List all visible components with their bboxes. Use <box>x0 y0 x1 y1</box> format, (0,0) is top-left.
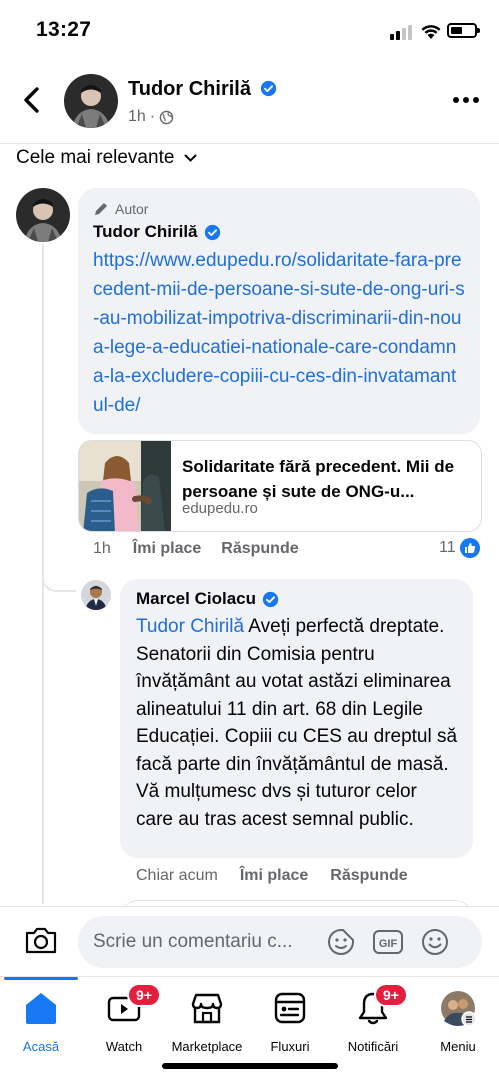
avatar[interactable] <box>64 74 118 128</box>
home-icon <box>26 993 56 1024</box>
comment-actions: 1h Îmi place Răspunde <box>93 540 299 558</box>
home-indicator <box>162 1063 338 1069</box>
thumbs-up-icon <box>459 538 480 558</box>
comment-sort-dropdown[interactable]: Cele mai relevante <box>16 146 197 170</box>
link-preview-card[interactable]: Solidaritate fără precedent. Mii de pers… <box>78 440 482 532</box>
verified-badge-icon <box>262 591 279 607</box>
like-count[interactable]: 11 <box>439 538 480 558</box>
tab-marketplace[interactable]: Marketplace <box>162 985 252 1057</box>
comment-time: 1h <box>93 540 111 557</box>
post-meta: 1h · <box>128 108 174 126</box>
like-button[interactable]: Îmi place <box>240 867 308 885</box>
comment-author-name[interactable]: Marcel Ciolacu <box>136 589 459 609</box>
chevron-down-icon <box>184 154 197 162</box>
notification-badge: 9+ <box>374 983 408 1007</box>
status-time: 13:27 <box>36 18 92 41</box>
mention-link[interactable]: Tudor Chirilă <box>136 616 244 637</box>
sort-label: Cele mai relevante <box>16 147 175 168</box>
more-options-icon[interactable] <box>452 96 480 104</box>
comment-author-name-text: Tudor Chirilă <box>93 222 198 241</box>
thread-connector <box>42 562 76 592</box>
emoji-icon[interactable] <box>420 927 450 957</box>
tab-label: Watch <box>105 1039 143 1054</box>
marketplace-icon <box>191 993 223 1024</box>
active-tab-indicator <box>4 977 78 980</box>
reply-button[interactable]: Răspunde <box>330 867 407 885</box>
meta-separator: · <box>149 108 156 125</box>
post-time: 1h <box>128 108 146 125</box>
header-name-text: Tudor Chirilă <box>128 78 251 100</box>
tab-label: Notificări <box>347 1039 399 1054</box>
like-button[interactable]: Îmi place <box>133 540 201 558</box>
link-title: Solidaritate fără precedent. Mii de pers… <box>182 457 455 501</box>
avatar[interactable] <box>16 188 70 242</box>
comment-bubble[interactable]: Autor Tudor Chirilă https://www.edupedu.… <box>78 188 480 434</box>
profile-photo-icon <box>16 188 70 242</box>
author-tag-label: Autor <box>115 201 149 217</box>
profile-photo-icon <box>81 580 111 610</box>
globe-icon <box>159 110 174 124</box>
comment-text: Tudor Chirilă Aveți perfectă dreptate. S… <box>136 613 459 833</box>
tab-home[interactable]: Acasă <box>0 985 86 1057</box>
tab-label: Meniu <box>440 1039 476 1054</box>
tab-menu[interactable]: Meniu <box>413 985 499 1057</box>
verified-badge-icon <box>260 80 276 97</box>
comment-time: Chiar acum <box>136 867 218 884</box>
comment-author-name-text: Marcel Ciolacu <box>136 589 256 608</box>
avatar[interactable] <box>81 580 111 610</box>
tab-feeds[interactable]: Fluxuri <box>245 985 335 1057</box>
author-tag: Autor <box>93 200 466 218</box>
link-domain: edupedu.ro <box>182 500 258 517</box>
post-header: Tudor Chirilă 1h · <box>0 72 499 134</box>
profile-menu-icon <box>441 991 477 1027</box>
like-count-value: 11 <box>439 539 456 556</box>
sticker-icon[interactable] <box>326 927 356 957</box>
wifi-icon <box>421 25 441 39</box>
svg-text:GIF: GIF <box>379 938 398 950</box>
header-divider <box>0 143 499 144</box>
comment-author-name[interactable]: Tudor Chirilă <box>93 222 466 242</box>
notification-badge: 9+ <box>127 983 161 1007</box>
feeds-icon <box>274 992 306 1024</box>
tab-notifications[interactable]: 9+ Notificări <box>328 983 418 1057</box>
gif-icon[interactable]: GIF <box>372 927 404 957</box>
comment-composer: GIF <box>0 906 499 976</box>
pen-icon <box>95 203 107 215</box>
tab-label: Fluxuri <box>270 1039 310 1054</box>
comment-actions: Chiar acum Îmi place Răspunde <box>136 867 408 885</box>
comment-body: Aveți perfectă dreptate. Senatorii din C… <box>136 616 458 830</box>
back-arrow-icon[interactable] <box>18 84 46 116</box>
camera-icon[interactable] <box>24 925 58 955</box>
tab-watch[interactable]: 9+ Watch <box>79 983 169 1057</box>
cellular-signal-icon <box>390 24 416 40</box>
comment-link[interactable]: https://www.edupedu.ro/solidaritate-fara… <box>93 246 466 420</box>
status-bar: 13:27 <box>0 0 499 60</box>
reply-button[interactable]: Răspunde <box>221 540 298 558</box>
tab-label: Acasă <box>22 1039 60 1054</box>
comment-bubble[interactable]: Marcel Ciolacu Tudor Chirilă Aveți perfe… <box>120 579 473 858</box>
page-title[interactable]: Tudor Chirilă <box>128 78 277 101</box>
battery-icon <box>447 23 480 38</box>
tab-label: Marketplace <box>171 1039 243 1054</box>
verified-badge-icon <box>204 224 220 240</box>
link-thumbnail <box>79 441 171 531</box>
profile-photo-icon <box>64 74 118 128</box>
